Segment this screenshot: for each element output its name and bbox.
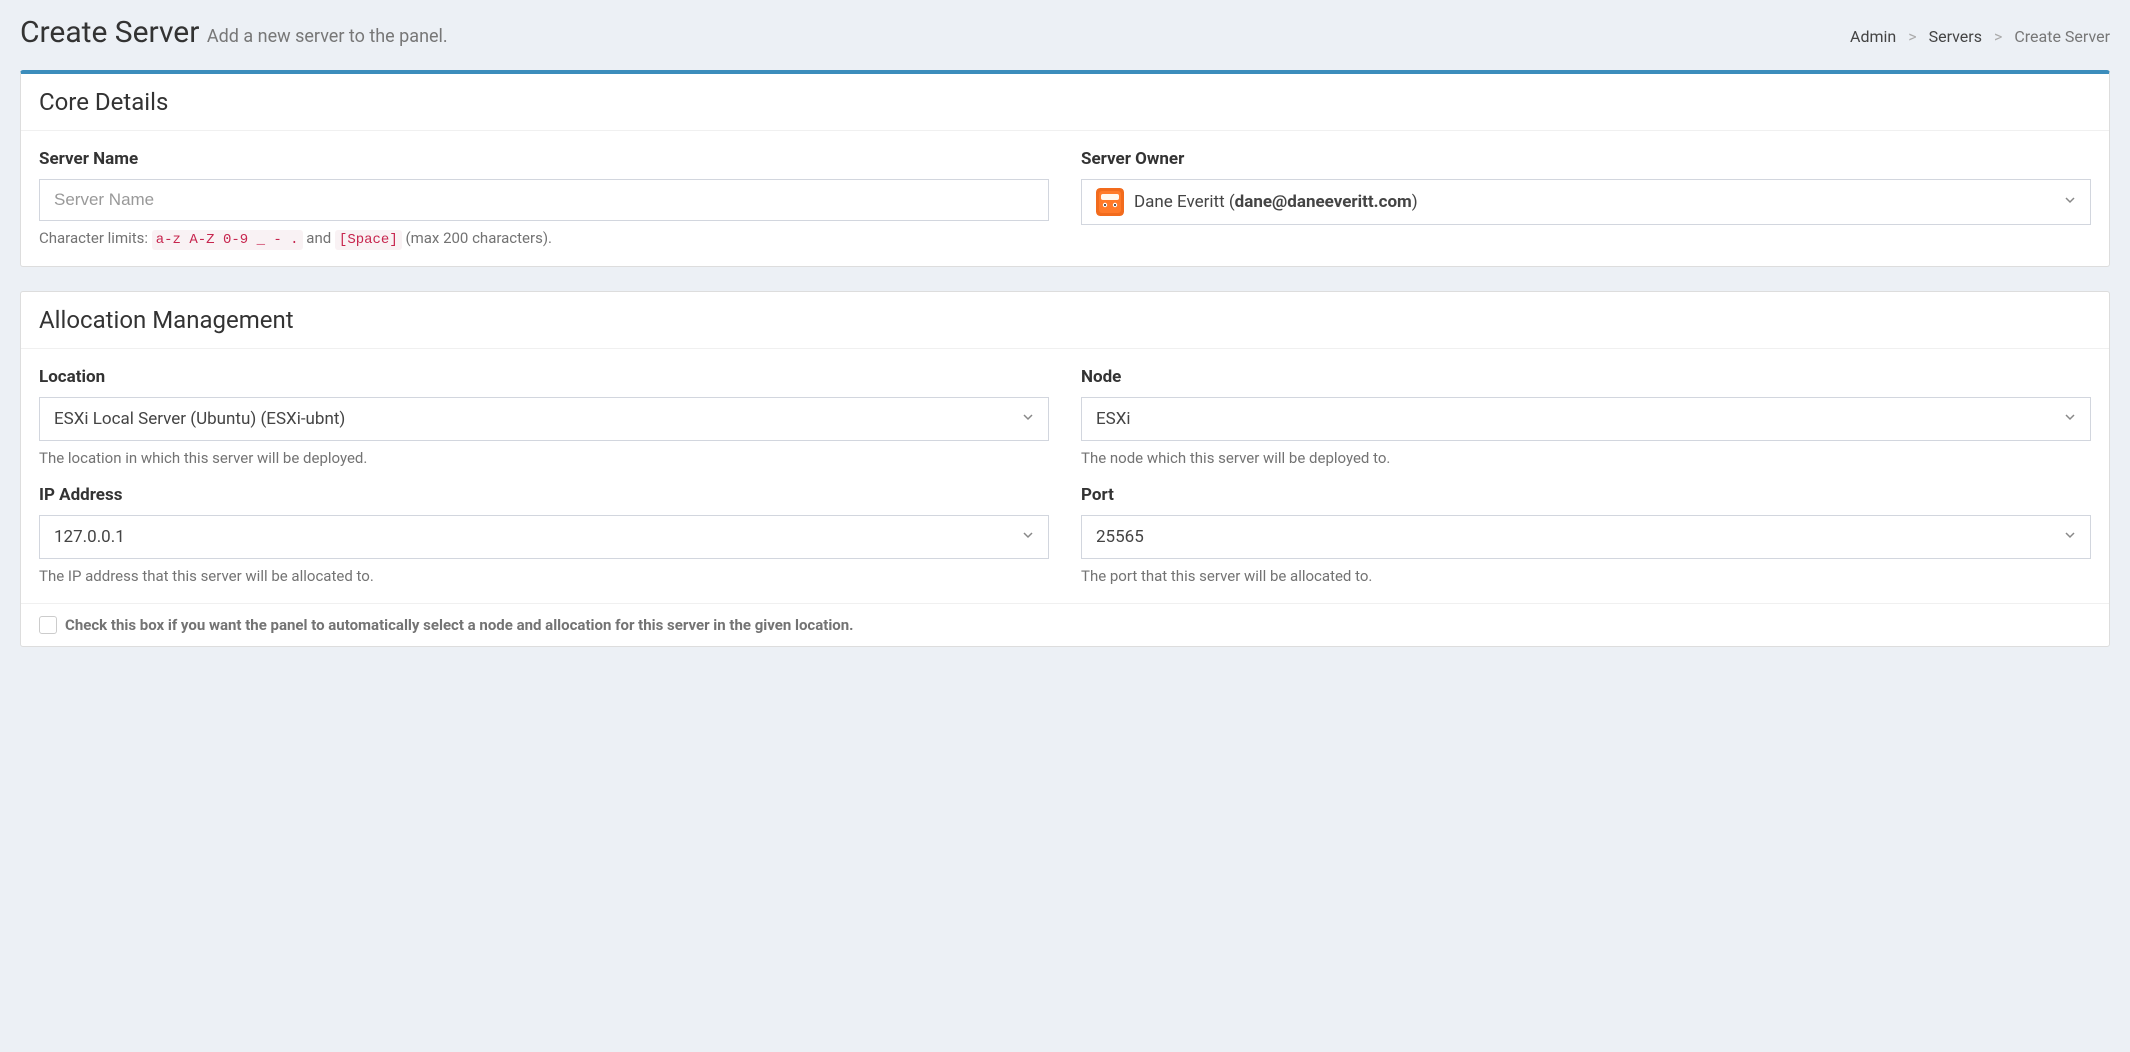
node-group: Node ESXi The node which this server wil…	[1081, 367, 2091, 467]
section-header: Allocation Management	[21, 292, 2109, 349]
server-name-input[interactable]	[39, 179, 1049, 221]
auto-deploy-checkbox[interactable]	[39, 616, 57, 634]
core-details-section: Core Details Server Name Character limit…	[20, 70, 2110, 267]
breadcrumb-servers[interactable]: Servers	[1929, 27, 1982, 46]
code-chars: a-z A-Z 0-9 _ - .	[152, 230, 303, 250]
location-select[interactable]: ESXi Local Server (Ubuntu) (ESXi-ubnt)	[39, 397, 1049, 441]
location-value: ESXi Local Server (Ubuntu) (ESXi-ubnt)	[54, 409, 1022, 429]
port-select[interactable]: 25565	[1081, 515, 2091, 559]
server-owner-select[interactable]: Dane Everitt (dane@daneeveritt.com)	[1081, 179, 2091, 225]
ip-label: IP Address	[39, 485, 1049, 505]
page-title: Create Server	[20, 15, 199, 50]
location-group: Location ESXi Local Server (Ubuntu) (ESX…	[39, 367, 1049, 467]
breadcrumb: Admin > Servers > Create Server	[1850, 27, 2110, 46]
auto-deploy-label[interactable]: Check this box if you want the panel to …	[65, 616, 854, 634]
chevron-down-icon	[2064, 529, 2076, 545]
section-title: Allocation Management	[39, 306, 2091, 334]
breadcrumb-admin[interactable]: Admin	[1850, 27, 1896, 46]
node-label: Node	[1081, 367, 2091, 387]
owner-display: Dane Everitt (dane@daneeveritt.com)	[1096, 188, 2064, 216]
ip-value: 127.0.0.1	[54, 527, 1022, 547]
port-value: 25565	[1096, 527, 2064, 547]
server-name-group: Server Name Character limits: a-z A-Z 0-…	[39, 149, 1049, 248]
breadcrumb-current: Create Server	[2014, 27, 2110, 46]
chevron-down-icon	[2064, 194, 2076, 210]
node-help: The node which this server will be deplo…	[1081, 449, 2091, 467]
chevron-right-icon: >	[1908, 27, 1916, 46]
node-select[interactable]: ESXi	[1081, 397, 2091, 441]
server-name-help: Character limits: a-z A-Z 0-9 _ - . and …	[39, 229, 1049, 248]
ip-select[interactable]: 127.0.0.1	[39, 515, 1049, 559]
port-help: The port that this server will be alloca…	[1081, 567, 2091, 585]
section-header: Core Details	[21, 74, 2109, 131]
section-title: Core Details	[39, 88, 2091, 116]
allocation-footer: Check this box if you want the panel to …	[21, 603, 2109, 646]
ip-group: IP Address 127.0.0.1 The IP address that…	[39, 485, 1049, 585]
port-group: Port 25565 The port that this server wil…	[1081, 485, 2091, 585]
location-label: Location	[39, 367, 1049, 387]
server-owner-label: Server Owner	[1081, 149, 2091, 169]
chevron-down-icon	[2064, 411, 2076, 427]
allocation-section: Allocation Management Location ESXi Loca…	[20, 291, 2110, 647]
port-label: Port	[1081, 485, 2091, 505]
avatar	[1096, 188, 1124, 216]
node-value: ESXi	[1096, 409, 2064, 429]
chevron-right-icon: >	[1994, 27, 2002, 46]
server-owner-group: Server Owner	[1081, 149, 2091, 248]
chevron-down-icon	[1022, 529, 1034, 545]
server-name-label: Server Name	[39, 149, 1049, 169]
chevron-down-icon	[1022, 411, 1034, 427]
owner-text: Dane Everitt (dane@daneeveritt.com)	[1134, 192, 1418, 212]
page-title-wrap: Create Server Add a new server to the pa…	[20, 15, 448, 50]
location-help: The location in which this server will b…	[39, 449, 1049, 467]
ip-help: The IP address that this server will be …	[39, 567, 1049, 585]
page-header: Create Server Add a new server to the pa…	[20, 15, 2110, 50]
page-subtitle: Add a new server to the panel.	[207, 26, 448, 47]
code-space: [Space]	[335, 230, 402, 250]
